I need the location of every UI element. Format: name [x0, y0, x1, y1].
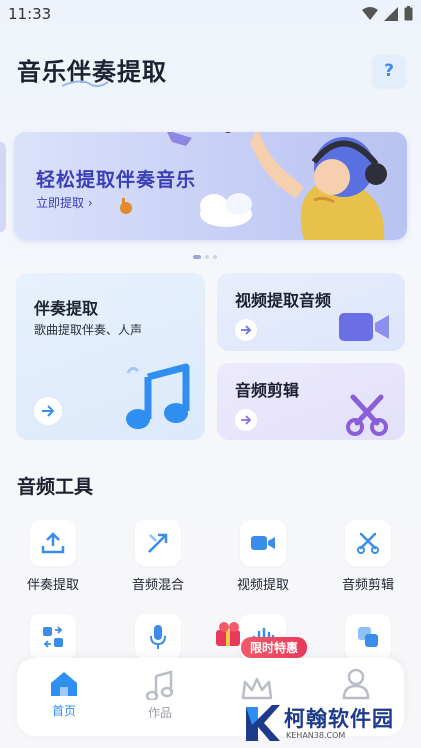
video-camera-icon — [339, 313, 389, 341]
scissors-icon — [345, 520, 391, 566]
carousel-dot — [193, 255, 201, 259]
arrow-right-icon[interactable] — [235, 319, 257, 341]
tab-home[interactable]: 首页 — [34, 670, 94, 719]
banner-cta-label: 立即提取 — [36, 196, 85, 210]
microphone-icon — [135, 614, 181, 660]
help-button[interactable]: ? — [373, 55, 405, 87]
kehan-logo — [246, 705, 280, 741]
tool-accompaniment-extract[interactable]: 伴奏提取 — [8, 520, 98, 593]
scissors-icon — [346, 394, 388, 436]
tool-video-extract[interactable]: 视频提取 — [218, 520, 308, 593]
tab-works[interactable]: 作品 — [130, 670, 190, 721]
tab-profile[interactable] — [326, 668, 386, 700]
tool-label: 视频提取 — [236, 578, 289, 593]
card-title: 视频提取音频 — [235, 291, 332, 310]
card-title: 伴奏提取 — [34, 299, 99, 318]
card-subtitle: 歌曲提取伴奏、人声 — [34, 323, 143, 337]
accompaniment-extract-card[interactable]: 伴奏提取 歌曲提取伴奏、人声 — [16, 273, 205, 440]
merge-arrows-icon — [135, 520, 181, 566]
status-bar: 11:33 — [0, 0, 421, 28]
banner-cta[interactable]: 立即提取 › — [36, 194, 93, 211]
tool-recording[interactable] — [135, 614, 181, 660]
tool-audio-mix[interactable]: 音频混合 — [113, 520, 203, 593]
convert-icon — [30, 614, 76, 660]
status-icons — [362, 6, 413, 21]
arrow-right-icon[interactable] — [34, 397, 62, 425]
carousel-dot — [205, 255, 209, 259]
music-note-icon — [126, 363, 190, 429]
tool-label: 音频剪辑 — [341, 578, 394, 593]
crown-icon — [241, 677, 273, 700]
status-time: 11:33 — [8, 5, 52, 23]
watermark-name: 柯翰软件园 — [284, 707, 394, 731]
banner-prev-peek — [0, 142, 6, 232]
music-note-icon — [146, 670, 174, 700]
upload-icon — [30, 520, 76, 566]
title-decoration — [61, 80, 109, 88]
tab-vip[interactable] — [227, 676, 287, 702]
section-title-audio-tools: 音频工具 — [17, 476, 94, 498]
layers-icon — [345, 614, 391, 660]
user-icon — [342, 668, 370, 700]
chevron-right-icon: › — [87, 196, 93, 210]
arrow-right-icon[interactable] — [235, 409, 257, 431]
tool-layers[interactable] — [345, 614, 391, 660]
tool-label: 音频混合 — [131, 578, 184, 593]
tool-audio-edit[interactable]: 音频剪辑 — [323, 520, 413, 593]
tab-label: 首页 — [51, 704, 76, 718]
tab-label: 作品 — [147, 706, 172, 720]
wifi-icon — [362, 6, 378, 20]
video-extract-audio-card[interactable]: 视频提取音频 — [217, 273, 405, 351]
card-title: 音频剪辑 — [235, 381, 300, 400]
promo-badge[interactable]: 限时特惠 — [241, 637, 308, 658]
battery-icon — [404, 6, 413, 21]
tool-format-convert[interactable] — [30, 614, 76, 660]
signal-icon — [384, 6, 398, 21]
watermark-url: KEHAN38.COM — [286, 731, 346, 740]
carousel-dot — [213, 255, 217, 259]
tool-label: 伴奏提取 — [26, 578, 79, 593]
carousel-indicator — [193, 255, 217, 259]
banner-title: 轻松提取伴奏音乐 — [36, 169, 197, 191]
audio-edit-card[interactable]: 音频剪辑 — [217, 363, 405, 440]
home-icon — [51, 672, 77, 696]
video-camera-icon — [240, 520, 286, 566]
